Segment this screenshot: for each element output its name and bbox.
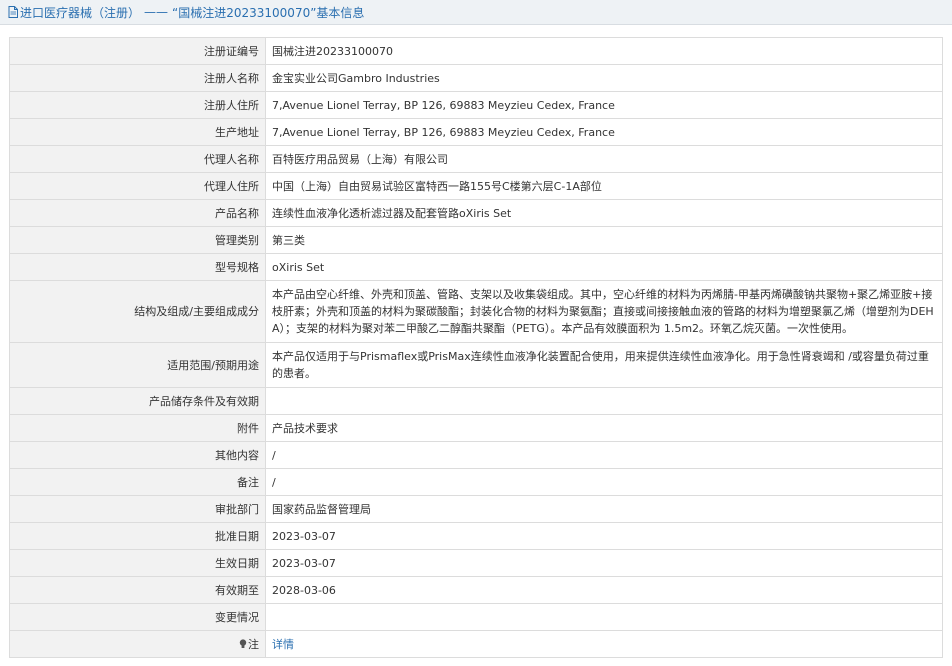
details-link[interactable]: 详情 [272, 638, 294, 651]
row-label: 适用范围/预期用途 [9, 342, 266, 388]
table-row: 其他内容 / [9, 441, 943, 469]
row-value: 国械注进20233100070 [265, 37, 943, 65]
detail-table: 注册证编号 国械注进20233100070 注册人名称 金宝实业公司Gambro… [9, 37, 943, 658]
row-value: 详情 [265, 630, 943, 658]
row-value: 国家药品监督管理局 [265, 495, 943, 523]
table-row: 备注 / [9, 468, 943, 496]
row-label: 管理类别 [9, 226, 266, 254]
header-prefix: 进口医疗器械（注册） [20, 5, 141, 20]
row-value: 2023-03-07 [265, 522, 943, 550]
row-label: 生效日期 [9, 549, 266, 577]
row-label: 变更情况 [9, 603, 266, 631]
table-row: 附件 产品技术要求 [9, 414, 943, 442]
table-row: 注册证编号 国械注进20233100070 [9, 37, 943, 65]
table-row: 适用范围/预期用途 本产品仅适用于与Prismaflex或PrisMax连续性血… [9, 342, 943, 388]
row-label: 附件 [9, 414, 266, 442]
row-value: / [265, 468, 943, 496]
table-row: 生产地址 7,Avenue Lionel Terray, BP 126, 698… [9, 118, 943, 146]
table-row: 型号规格 oXiris Set [9, 253, 943, 281]
row-value: 产品技术要求 [265, 414, 943, 442]
row-label: 备注 [9, 468, 266, 496]
row-value: 百特医疗用品贸易（上海）有限公司 [265, 145, 943, 173]
row-label: 其他内容 [9, 441, 266, 469]
table-row: 代理人住所 中国（上海）自由贸易试验区富特西一路155号C楼第六层C-1A部位 [9, 172, 943, 200]
row-value: 金宝实业公司Gambro Industries [265, 64, 943, 92]
detail-table-container: 注册证编号 国械注进20233100070 注册人名称 金宝实业公司Gambro… [9, 37, 943, 658]
table-row: 结构及组成/主要组成成分 本产品由空心纤维、外壳和顶盖、管路、支架以及收集袋组成… [9, 280, 943, 343]
header-separator: —— [144, 5, 169, 19]
row-label: 型号规格 [9, 253, 266, 281]
row-label-note: 注 [9, 630, 266, 658]
page-header: 进口医疗器械（注册） —— “国械注进20233100070”基本信息 [0, 0, 952, 25]
table-row: 变更情况 [9, 603, 943, 631]
row-label: 代理人住所 [9, 172, 266, 200]
row-label: 代理人名称 [9, 145, 266, 173]
row-value: 本产品仅适用于与Prismaflex或PrisMax连续性血液净化装置配合使用，… [265, 342, 943, 388]
row-value: oXiris Set [265, 253, 943, 281]
row-value: 第三类 [265, 226, 943, 254]
row-value: 7,Avenue Lionel Terray, BP 126, 69883 Me… [265, 118, 943, 146]
row-label: 注册证编号 [9, 37, 266, 65]
page-title: “国械注进20233100070”基本信息 [172, 5, 365, 20]
table-row: 审批部门 国家药品监督管理局 [9, 495, 943, 523]
table-row: 注册人住所 7,Avenue Lionel Terray, BP 126, 69… [9, 91, 943, 119]
row-label: 结构及组成/主要组成成分 [9, 280, 266, 343]
table-row: 注册人名称 金宝实业公司Gambro Industries [9, 64, 943, 92]
table-row: 管理类别 第三类 [9, 226, 943, 254]
table-row: 注 详情 [9, 630, 943, 658]
document-icon [8, 6, 18, 18]
row-value: 2023-03-07 [265, 549, 943, 577]
table-row: 生效日期 2023-03-07 [9, 549, 943, 577]
row-value: 本产品由空心纤维、外壳和顶盖、管路、支架以及收集袋组成。其中，空心纤维的材料为丙… [265, 280, 943, 343]
row-value [265, 603, 943, 631]
table-row: 产品储存条件及有效期 [9, 387, 943, 415]
row-label: 注册人名称 [9, 64, 266, 92]
row-label: 产品储存条件及有效期 [9, 387, 266, 415]
table-row: 代理人名称 百特医疗用品贸易（上海）有限公司 [9, 145, 943, 173]
row-label: 审批部门 [9, 495, 266, 523]
table-row: 有效期至 2028-03-06 [9, 576, 943, 604]
row-label: 批准日期 [9, 522, 266, 550]
table-row: 产品名称 连续性血液净化透析滤过器及配套管路oXiris Set [9, 199, 943, 227]
row-label: 注册人住所 [9, 91, 266, 119]
row-value: 2028-03-06 [265, 576, 943, 604]
lightbulb-icon [239, 638, 247, 648]
note-label: 注 [248, 637, 259, 651]
table-row: 批准日期 2023-03-07 [9, 522, 943, 550]
row-label: 产品名称 [9, 199, 266, 227]
row-value: 连续性血液净化透析滤过器及配套管路oXiris Set [265, 199, 943, 227]
row-label: 生产地址 [9, 118, 266, 146]
row-label: 有效期至 [9, 576, 266, 604]
row-value: 中国（上海）自由贸易试验区富特西一路155号C楼第六层C-1A部位 [265, 172, 943, 200]
row-value: / [265, 441, 943, 469]
row-value: 7,Avenue Lionel Terray, BP 126, 69883 Me… [265, 91, 943, 119]
row-value [265, 387, 943, 415]
